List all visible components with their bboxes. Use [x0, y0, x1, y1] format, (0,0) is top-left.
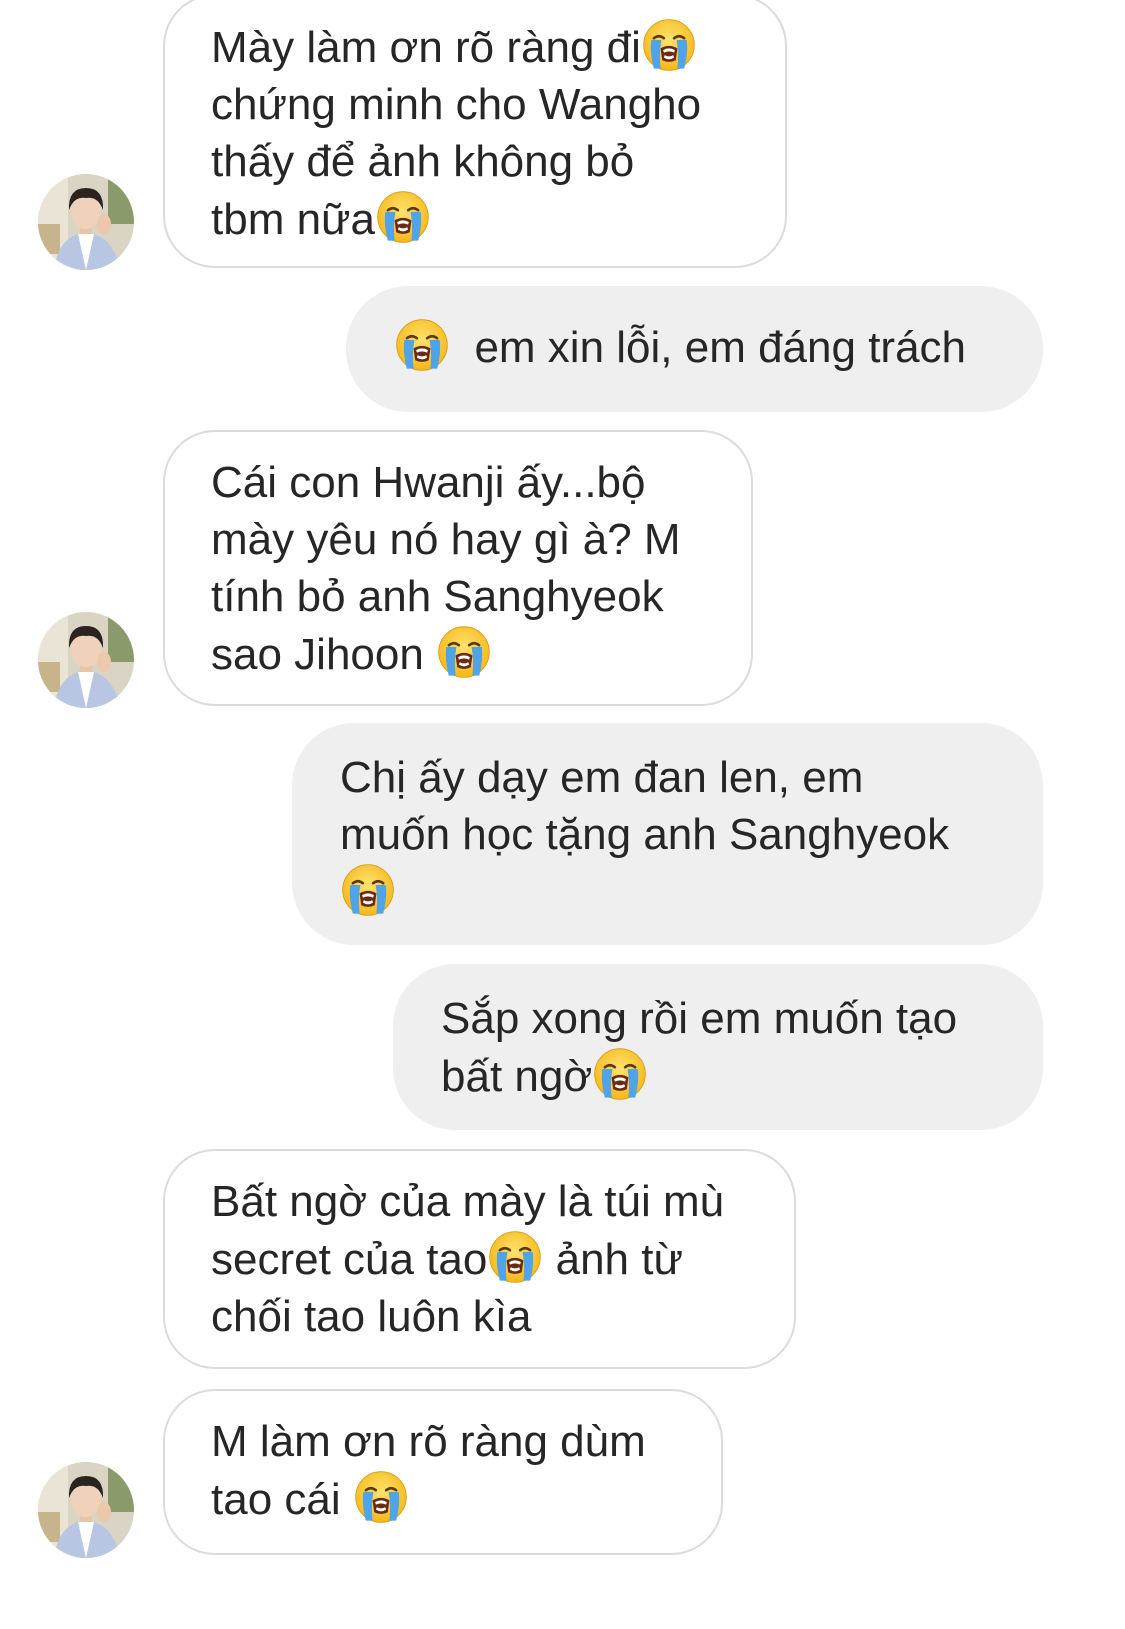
- loudly-crying-face-icon: [396, 319, 448, 371]
- message-text: Chị ấy dạy em đan len, em muốn học tặng …: [340, 753, 950, 859]
- incoming-message-bubble[interactable]: Bất ngờ của mày là túi mù secret của tao…: [163, 1149, 796, 1369]
- contact-avatar[interactable]: [38, 612, 134, 708]
- outgoing-message-bubble[interactable]: Chị ấy dạy em đan len, em muốn học tặng …: [292, 723, 1043, 945]
- contact-avatar[interactable]: [38, 1462, 134, 1558]
- contact-photo-icon: [38, 174, 134, 270]
- loudly-crying-face-icon: [342, 864, 394, 916]
- contact-photo-icon: [38, 1462, 134, 1558]
- loudly-crying-face-icon: [489, 1231, 542, 1283]
- message-text: Sắp xong rồi em muốn tạo bất ngờ: [441, 994, 958, 1101]
- message-text: Mày làm ơn rõ ràng đi: [211, 23, 641, 72]
- loudly-crying-face-icon: [594, 1048, 646, 1100]
- loudly-crying-face-icon: [643, 19, 695, 71]
- message-text: chứng minh cho Wangho thấy để ảnh không …: [211, 80, 702, 244]
- incoming-message-bubble[interactable]: M làm ơn rõ ràng dùm tao cái: [163, 1389, 723, 1555]
- contact-photo-icon: [38, 612, 134, 708]
- loudly-crying-face-icon: [355, 1471, 407, 1523]
- contact-avatar[interactable]: [38, 174, 134, 270]
- message-text: em xin lỗi, em đáng trách: [450, 323, 967, 372]
- message-text: M làm ơn rõ ràng dùm tao cái: [211, 1417, 646, 1524]
- loudly-crying-face-icon: [377, 191, 429, 243]
- outgoing-message-bubble[interactable]: Sắp xong rồi em muốn tạo bất ngờ: [393, 964, 1043, 1130]
- incoming-message-bubble[interactable]: Cái con Hwanji ấy...bộ mày yêu nó hay gì…: [163, 430, 753, 706]
- loudly-crying-face-icon: [438, 626, 490, 678]
- outgoing-message-bubble[interactable]: em xin lỗi, em đáng trách: [346, 286, 1043, 412]
- incoming-message-bubble[interactable]: Mày làm ơn rõ ràng đi chứng minh cho Wan…: [163, 0, 787, 268]
- chat-thread: Mày làm ơn rõ ràng đi chứng minh cho Wan…: [0, 0, 1125, 1629]
